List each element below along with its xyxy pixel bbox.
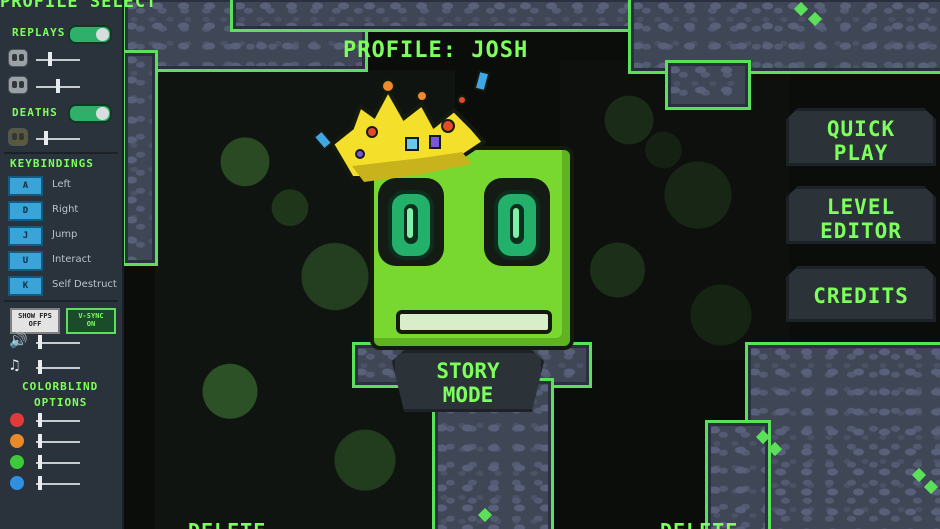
slider-knob[interactable] — [38, 434, 42, 448]
vsync-toggle[interactable]: V-SYNC ON — [66, 308, 116, 334]
quick-play-line1: QUICK — [826, 117, 896, 141]
level-editor-line2: EDITOR — [820, 219, 902, 243]
show-fps-line2: OFF — [28, 320, 42, 328]
key-right-action: Right — [52, 204, 79, 215]
key-interact[interactable]: U — [8, 251, 43, 271]
stone-wall-bottom-right — [745, 342, 940, 529]
key-self-destruct-action: Self Destruct — [52, 279, 117, 290]
ghost-face-icon — [8, 76, 28, 94]
slider-knob[interactable] — [48, 52, 52, 66]
stone-wall-right-notch — [665, 60, 751, 110]
keybindings-label: KEYBINDINGS — [10, 157, 94, 170]
colorblind-label: COLORBLIND — [22, 380, 99, 393]
replays-toggle[interactable] — [68, 25, 112, 44]
credits-label: CREDITS — [813, 284, 909, 308]
divider — [4, 152, 118, 154]
quick-play-button[interactable]: QUICK PLAY — [786, 108, 936, 166]
music-volume-slider[interactable] — [36, 367, 80, 369]
slider-knob[interactable] — [38, 455, 42, 469]
speaker-icon: 🔊 — [9, 331, 28, 349]
slider-knob[interactable] — [38, 335, 42, 349]
panel-title: PROFILE SELECT — [0, 0, 158, 12]
key-self-destruct[interactable]: K — [8, 276, 43, 296]
ghost-opacity-slider[interactable] — [36, 59, 80, 61]
red-swatch-icon — [10, 413, 24, 427]
slider-knob[interactable] — [38, 476, 42, 490]
red-slider[interactable] — [36, 420, 80, 422]
mouth — [396, 310, 552, 334]
credits-button[interactable]: CREDITS — [786, 266, 936, 322]
skull-face-icon — [8, 128, 28, 146]
slider-knob[interactable] — [56, 79, 60, 93]
deaths-label: DEATHS — [12, 106, 58, 119]
vsync-line1: V-SYNC — [78, 312, 104, 320]
deaths-opacity-slider[interactable] — [36, 138, 80, 140]
green-swatch-icon — [10, 455, 24, 469]
crown-icon — [312, 69, 491, 182]
story-mode-button[interactable]: STORY MODE — [392, 350, 544, 412]
sfx-volume-slider[interactable] — [36, 342, 80, 344]
divider — [4, 300, 118, 302]
game-screen: PROFILE SELECT REPLAYS DEATHS KEYBINDING… — [0, 0, 940, 529]
story-mode-line2: MODE — [442, 383, 494, 407]
profile-title: PROFILE: JOSH — [343, 38, 529, 63]
music-note-icon: ♫ — [10, 356, 20, 374]
key-jump[interactable]: J — [8, 226, 43, 246]
key-left[interactable]: A — [8, 176, 43, 196]
story-mode-line1: STORY — [436, 359, 500, 383]
slider-knob[interactable] — [44, 131, 48, 145]
key-left-action: Left — [52, 179, 71, 190]
vsync-line2: ON — [86, 320, 96, 328]
settings-panel: PROFILE SELECT REPLAYS DEATHS KEYBINDING… — [0, 0, 156, 529]
green-slider[interactable] — [36, 462, 80, 464]
level-editor-button[interactable]: LEVEL EDITOR — [786, 186, 936, 244]
delete-button-right[interactable]: DELETE — [660, 519, 738, 529]
blue-slider[interactable] — [36, 483, 80, 485]
slider-knob[interactable] — [38, 413, 42, 427]
orange-swatch-icon — [10, 434, 24, 448]
orange-slider[interactable] — [36, 441, 80, 443]
slider-knob[interactable] — [38, 360, 42, 374]
delete-button-left[interactable]: DELETE — [188, 519, 266, 529]
deaths-toggle[interactable] — [68, 104, 112, 123]
show-fps-line1: SHOW FPS — [18, 312, 52, 320]
key-interact-action: Interact — [52, 254, 92, 265]
ghost-face-icon — [8, 49, 28, 67]
stone-wall-top-mid — [230, 0, 636, 32]
stone-wall-top-left-drop — [122, 50, 158, 266]
colorblind-options-label: OPTIONS — [34, 396, 88, 409]
key-right[interactable]: D — [8, 201, 43, 221]
quick-play-line2: PLAY — [833, 141, 889, 165]
replays-label: REPLAYS — [12, 26, 66, 39]
key-jump-action: Jump — [52, 229, 78, 240]
level-editor-line1: LEVEL — [826, 195, 896, 219]
blue-swatch-icon — [10, 476, 24, 490]
